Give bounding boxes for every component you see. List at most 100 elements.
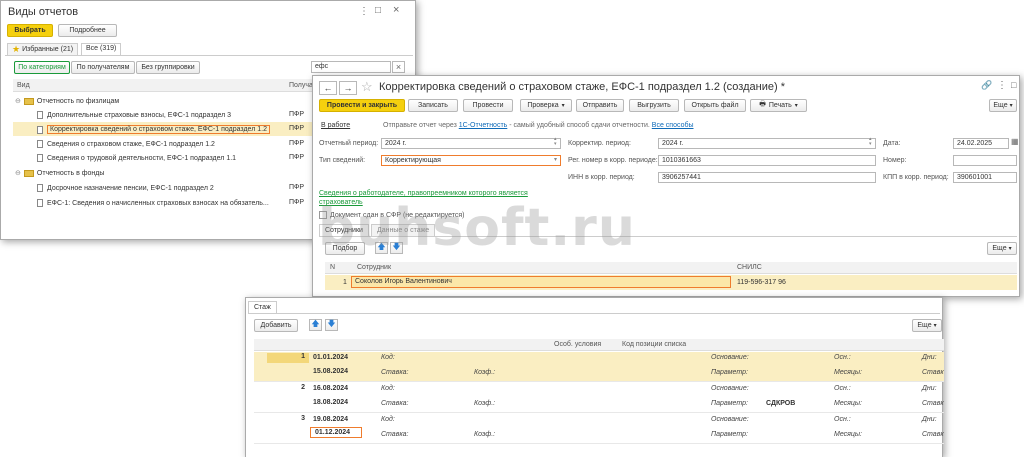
list-item-recipient: ПФР	[289, 125, 305, 132]
list-item[interactable]: ⊖ Отчетность по физлицам	[15, 97, 119, 105]
move-down-icon[interactable]: 🡇	[325, 319, 338, 331]
post-button[interactable]: Провести	[463, 99, 513, 112]
dropdown-icon: ▾	[794, 103, 798, 109]
employees-table-header: N Сотрудник СНИЛС	[325, 262, 1017, 274]
col-type: Вид	[17, 82, 30, 89]
details-button[interactable]: Подробнее	[58, 24, 117, 37]
kpp-field[interactable]: 390601001	[953, 172, 1017, 183]
info-type-field[interactable]: Корректирующая	[381, 155, 561, 166]
kpp-label: КПП в корр. период:	[883, 174, 949, 181]
info-type-label: Тип сведений:	[319, 157, 366, 164]
list-item[interactable]: Досрочное назначение пенсии, ЕФС-1 подра…	[37, 184, 214, 192]
number-field[interactable]	[953, 155, 1017, 166]
clear-search-icon[interactable]: ×	[392, 61, 405, 73]
dropdown-icon: ▾	[1009, 103, 1013, 109]
table-row[interactable]: 3 19.08.2024 01.12.2024 Код: Ставка: Коэ…	[254, 414, 944, 444]
folder-icon	[23, 169, 34, 177]
unload-button[interactable]: Выгрузить	[629, 99, 679, 112]
document-icon	[37, 154, 43, 162]
corr-period-field[interactable]: 2024 г.	[658, 138, 876, 149]
list-item[interactable]: ⊖ Отчетность в фонды	[15, 169, 104, 177]
corr-period-label: Корректир. период:	[568, 140, 631, 147]
date-field[interactable]: 24.02.2025	[953, 138, 1009, 149]
forward-button[interactable]: →	[339, 81, 357, 95]
status-link[interactable]: В работе	[321, 122, 350, 129]
reg-number-label: Рег. номер в корр. периоде:	[568, 157, 658, 164]
spin-icon[interactable]: ▴ ▾	[554, 137, 557, 147]
all-methods-link[interactable]: Все способы	[652, 122, 694, 129]
reporting-period-field[interactable]: 2024 г.	[381, 138, 561, 149]
reg-number-field[interactable]: 1010361663	[658, 155, 876, 166]
row-number: 1	[267, 353, 309, 363]
table-row[interactable]: 1 Соколов Игорь Валентинович 119-596-317…	[325, 275, 1017, 290]
list-item[interactable]: Сведения о страховом стаже, ЕФС-1 подраз…	[37, 140, 215, 148]
employees-more-button[interactable]: Еще ▾	[987, 242, 1017, 255]
dropdown-icon[interactable]: ▾	[554, 156, 557, 163]
signed-checkbox-row[interactable]: Документ сдан в СФР (не редактируется)	[319, 211, 465, 219]
document-icon	[37, 140, 43, 148]
choose-button[interactable]: Выбрать	[7, 24, 53, 37]
col-snils: СНИЛС	[737, 264, 762, 271]
list-item[interactable]: Дополнительные страховые взносы, ЕФС-1 п…	[37, 111, 231, 119]
filter-no-grouping[interactable]: Без группировки	[136, 61, 200, 74]
period-from: 01.01.2024	[313, 354, 349, 361]
param-value: СДКРОВ	[766, 400, 796, 407]
post-and-close-button[interactable]: Провести и закрыть	[319, 99, 405, 112]
favorite-star-icon[interactable]: ☆	[361, 79, 373, 95]
minimize-icon[interactable]: □	[375, 5, 381, 16]
list-item-recipient: ПФР	[289, 199, 305, 206]
table-row[interactable]: 2 16.08.2024 18.08.2024 Код: Ставка: Коэ…	[254, 383, 944, 413]
period-from: 16.08.2024	[313, 385, 349, 392]
more-menu-icon[interactable]: ⋮	[359, 6, 369, 17]
period-to: 18.08.2024	[313, 399, 349, 406]
more-button[interactable]: Еще ▾	[912, 319, 942, 332]
col-list-code: Код позиции списка	[622, 341, 687, 348]
list-item-recipient: ПФР	[289, 140, 305, 147]
list-item-recipient: ПФР	[289, 184, 305, 191]
table-row[interactable]: 1 01.01.2024 15.08.2024 Код: Ставка: Коэ…	[254, 352, 944, 382]
back-button[interactable]: ←	[319, 81, 337, 95]
more-menu-icon[interactable]: ⋮	[997, 80, 1007, 91]
move-down-icon[interactable]: 🡇	[390, 242, 403, 254]
open-file-button[interactable]: Открыть файл	[684, 99, 746, 112]
add-button[interactable]: Добавить	[254, 319, 298, 332]
printer-icon: 🖶	[759, 101, 766, 108]
list-item[interactable]: ЕФС-1: Сведения о начисленных страховых …	[37, 199, 269, 207]
list-item[interactable]: Сведения о трудовой деятельности, ЕФС-1 …	[37, 154, 236, 162]
experience-window: Стаж Добавить 🡅 🡇 Еще ▾ Особ. условия Код…	[245, 297, 944, 457]
print-button[interactable]: 🖶 Печать ▾	[750, 99, 807, 112]
row-number: 1	[343, 279, 347, 286]
checkbox[interactable]	[319, 211, 327, 219]
reporting-link[interactable]: 1С-Отчетность	[459, 122, 508, 129]
check-button[interactable]: Проверка ▾	[520, 99, 572, 112]
calendar-icon[interactable]: ▦	[1011, 137, 1019, 146]
search-input[interactable]: ефс	[311, 61, 391, 73]
more-button[interactable]: Еще ▾	[989, 99, 1017, 112]
inn-field[interactable]: 3906257441	[658, 172, 876, 183]
document-icon	[37, 184, 43, 192]
filter-by-category[interactable]: По категориям	[14, 61, 70, 74]
link-icon[interactable]: 🔗	[981, 80, 992, 91]
close-icon[interactable]: ×	[393, 4, 399, 16]
list-item-recipient: ПФР	[289, 111, 305, 118]
experience-table-header: Особ. условия Код позиции списка	[254, 339, 944, 351]
employee-snils: 119-596-317 96	[737, 279, 786, 286]
folder-icon	[23, 97, 34, 105]
filter-by-recipient[interactable]: По получателям	[71, 61, 135, 74]
save-button[interactable]: Записать	[408, 99, 458, 112]
row-number: 3	[301, 415, 305, 422]
window-edge-icon: □	[1011, 80, 1017, 90]
send-button[interactable]: Отправить	[576, 99, 624, 112]
list-item-selected[interactable]: Корректировка сведений о страховом стаже…	[37, 125, 270, 134]
list-item-recipient: ПФР	[289, 154, 305, 161]
row-number: 2	[301, 384, 305, 391]
window-title: Виды отчетов	[8, 6, 79, 18]
spin-icon[interactable]: ▴ ▾	[869, 137, 872, 147]
employer-link[interactable]: Сведения о работодателе, правопреемником…	[319, 189, 547, 207]
col-n: N	[330, 264, 336, 271]
employee-name[interactable]: Соколов Игорь Валентинович	[351, 276, 731, 288]
hint-text: Отправьте отчет через 1С-Отчетность - са…	[383, 122, 694, 129]
move-up-icon[interactable]: 🡅	[309, 319, 322, 331]
move-up-icon[interactable]: 🡅	[375, 242, 388, 254]
pick-button[interactable]: Подбор	[325, 242, 365, 255]
